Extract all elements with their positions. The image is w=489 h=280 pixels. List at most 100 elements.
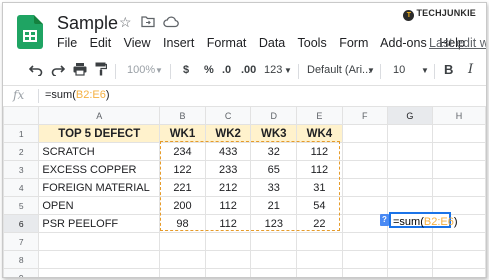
column-header-c[interactable]: C [204, 106, 252, 125]
cell-e7[interactable] [296, 232, 343, 251]
row-header-1[interactable]: 1 [3, 124, 40, 143]
cell-h8[interactable] [432, 250, 486, 269]
cell-g2[interactable] [386, 142, 434, 161]
star-icon[interactable]: ☆ [119, 14, 132, 30]
italic-button[interactable]: I [468, 62, 473, 77]
cell-c5[interactable]: 112 [204, 196, 252, 215]
undo-icon[interactable] [28, 62, 43, 79]
cell-c8[interactable] [204, 250, 252, 269]
cell-c3[interactable]: 233 [204, 160, 252, 179]
cell-d6[interactable]: 123 [250, 214, 298, 233]
menu-edit[interactable]: Edit [90, 36, 112, 50]
move-folder-icon[interactable] [141, 15, 155, 33]
menu-form[interactable]: Form [339, 36, 368, 50]
cell-a5[interactable]: OPEN [38, 196, 161, 215]
cloud-status-icon[interactable] [163, 15, 179, 31]
row-header-5[interactable]: 5 [3, 196, 40, 215]
menu-data[interactable]: Data [259, 36, 285, 50]
cell-f4[interactable] [341, 178, 388, 197]
font-size-select[interactable]: 10 [393, 64, 405, 76]
menu-format[interactable]: Format [207, 36, 247, 50]
bold-button[interactable]: B [444, 62, 453, 77]
row-header-2[interactable]: 2 [3, 142, 40, 161]
cell-h2[interactable] [432, 142, 486, 161]
cell-a1[interactable]: TOP 5 DEFECT [38, 124, 161, 143]
row-header-6[interactable]: 6 [3, 214, 40, 233]
cell-a8[interactable] [38, 250, 161, 269]
cell-d8[interactable] [250, 250, 298, 269]
row-header-8[interactable]: 8 [3, 250, 40, 269]
cell-e3[interactable]: 112 [296, 160, 343, 179]
column-header-d[interactable]: D [250, 106, 298, 125]
cell-a4[interactable]: FOREIGN MATERIAL [38, 178, 161, 197]
percent-format-button[interactable]: % [204, 64, 214, 76]
cell-a2[interactable]: SCRATCH [38, 142, 161, 161]
cell-c4[interactable]: 212 [204, 178, 252, 197]
cell-a9[interactable] [38, 268, 161, 277]
cell-g1[interactable] [386, 124, 434, 143]
cell-g4[interactable] [386, 178, 434, 197]
font-chevron-down-icon[interactable]: ▼ [367, 66, 375, 75]
cell-b2[interactable]: 234 [159, 142, 206, 161]
paint-format-icon[interactable] [95, 62, 108, 79]
column-header-e[interactable]: E [296, 106, 343, 125]
cell-a7[interactable] [38, 232, 161, 251]
cell-d3[interactable]: 65 [250, 160, 298, 179]
column-header-g[interactable]: G [386, 106, 434, 125]
menu-view[interactable]: View [124, 36, 151, 50]
cell-f8[interactable] [341, 250, 388, 269]
increase-decimals-button[interactable]: .00 [241, 64, 256, 76]
cell-b8[interactable] [159, 250, 206, 269]
cell-b3[interactable]: 122 [159, 160, 206, 179]
cell-d4[interactable]: 33 [250, 178, 298, 197]
cell-e6[interactable]: 22 [296, 214, 343, 233]
cell-b9[interactable] [159, 268, 206, 277]
cell-b5[interactable]: 200 [159, 196, 206, 215]
menu-tools[interactable]: Tools [298, 36, 327, 50]
menu-addons[interactable]: Add-ons [380, 36, 427, 50]
cell-h1[interactable] [432, 124, 486, 143]
cell-d9[interactable] [250, 268, 298, 277]
cell-f5[interactable] [341, 196, 388, 215]
font-size-chevron-down-icon[interactable]: ▼ [421, 66, 429, 75]
cell-h9[interactable] [432, 268, 486, 277]
column-header-a[interactable]: A [38, 106, 161, 125]
cell-e5[interactable]: 54 [296, 196, 343, 215]
cell-h7[interactable] [432, 232, 486, 251]
cell-b6[interactable]: 98 [159, 214, 206, 233]
menu-insert[interactable]: Insert [163, 36, 194, 50]
cell-d7[interactable] [250, 232, 298, 251]
cell-e8[interactable] [296, 250, 343, 269]
select-all-corner[interactable] [3, 106, 40, 125]
cell-e2[interactable]: 112 [296, 142, 343, 161]
sheets-logo-icon[interactable] [17, 15, 43, 49]
cell-e1[interactable]: WK4 [296, 124, 343, 143]
cell-c7[interactable] [204, 232, 252, 251]
cell-c2[interactable]: 433 [204, 142, 252, 161]
more-formats-chevron-down-icon[interactable]: ▼ [284, 66, 292, 75]
zoom-chevron-down-icon[interactable]: ▼ [155, 66, 163, 75]
cell-d1[interactable]: WK3 [250, 124, 298, 143]
cell-g7[interactable] [386, 232, 434, 251]
cell-b4[interactable]: 221 [159, 178, 206, 197]
cell-g9[interactable] [386, 268, 434, 277]
cell-h3[interactable] [432, 160, 486, 179]
redo-icon[interactable] [51, 62, 66, 79]
row-header-7[interactable]: 7 [3, 232, 40, 251]
menu-file[interactable]: File [57, 36, 77, 50]
currency-format-button[interactable]: $ [183, 64, 189, 76]
cell-c1[interactable]: WK2 [204, 124, 252, 143]
cell-a6[interactable]: PSR PEELOFF [38, 214, 161, 233]
cell-f9[interactable] [341, 268, 388, 277]
active-cell-editor[interactable]: =sum(B2:E6) [389, 212, 458, 228]
cell-g8[interactable] [386, 250, 434, 269]
cell-e4[interactable]: 31 [296, 178, 343, 197]
cell-b1[interactable]: WK1 [159, 124, 206, 143]
cell-d2[interactable]: 32 [250, 142, 298, 161]
cell-f2[interactable] [341, 142, 388, 161]
cell-f3[interactable] [341, 160, 388, 179]
cell-h4[interactable] [432, 178, 486, 197]
column-header-b[interactable]: B [159, 106, 206, 125]
last-edit-link[interactable]: Last edit wa [429, 36, 486, 50]
column-header-h[interactable]: H [432, 106, 486, 125]
